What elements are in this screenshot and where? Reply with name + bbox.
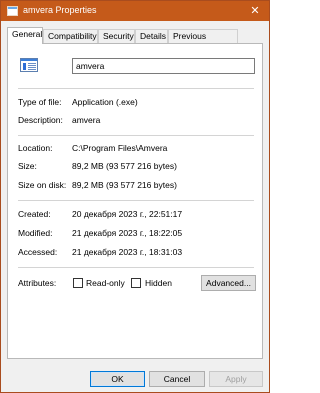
hidden-checkbox[interactable] <box>131 278 141 288</box>
location-value: C:\Program Files\Amvera <box>72 143 168 153</box>
description-value: amvera <box>72 115 101 125</box>
hidden-label[interactable]: Hidden <box>145 278 172 288</box>
advanced-button[interactable]: Advanced... <box>201 275 256 291</box>
general-panel: amvera Type of file: Application (.exe) … <box>7 43 263 359</box>
created-value: 20 декабря 2023 г., 22:51:17 <box>72 209 183 219</box>
modified-value: 21 декабря 2023 г., 18:22:05 <box>72 228 183 238</box>
ok-button[interactable]: OK <box>90 371 145 387</box>
separator <box>18 88 254 89</box>
tab-details[interactable]: Details <box>135 29 168 43</box>
readonly-label[interactable]: Read-only <box>86 278 125 288</box>
tab-general[interactable]: General <box>7 27 43 44</box>
file-name-input[interactable]: amvera <box>72 58 255 74</box>
separator <box>18 200 254 201</box>
tab-previous-versions[interactable]: Previous Versions <box>168 29 238 54</box>
title-bar[interactable]: amvera Properties ✕ <box>1 1 269 21</box>
readonly-checkbox[interactable] <box>73 278 83 288</box>
cancel-button[interactable]: Cancel <box>149 371 205 387</box>
app-icon <box>7 6 18 16</box>
application-window-icon <box>20 58 38 72</box>
size-value: 89,2 MB (93 577 216 bytes) <box>72 161 177 171</box>
type-label: Type of file: <box>18 97 62 107</box>
properties-window: amvera Properties ✕ General Compatibilit… <box>0 0 270 393</box>
apply-button[interactable]: Apply <box>209 371 263 387</box>
size-label: Size: <box>18 161 37 171</box>
tab-security[interactable]: Security <box>98 29 135 43</box>
accessed-value: 21 декабря 2023 г., 18:31:03 <box>72 247 183 257</box>
type-value: Application (.exe) <box>72 97 138 107</box>
separator <box>18 267 254 268</box>
description-label: Description: <box>18 115 63 125</box>
tab-compatibility[interactable]: Compatibility <box>43 29 98 43</box>
location-label: Location: <box>18 143 53 153</box>
modified-label: Modified: <box>18 228 53 238</box>
close-icon[interactable]: ✕ <box>245 3 265 19</box>
size-on-disk-value: 89,2 MB (93 577 216 bytes) <box>72 180 177 190</box>
size-on-disk-label: Size on disk: <box>18 180 67 190</box>
accessed-label: Accessed: <box>18 247 58 257</box>
window-title: amvera Properties <box>23 5 97 15</box>
separator <box>18 135 254 136</box>
created-label: Created: <box>18 209 51 219</box>
attributes-label: Attributes: <box>18 278 57 288</box>
